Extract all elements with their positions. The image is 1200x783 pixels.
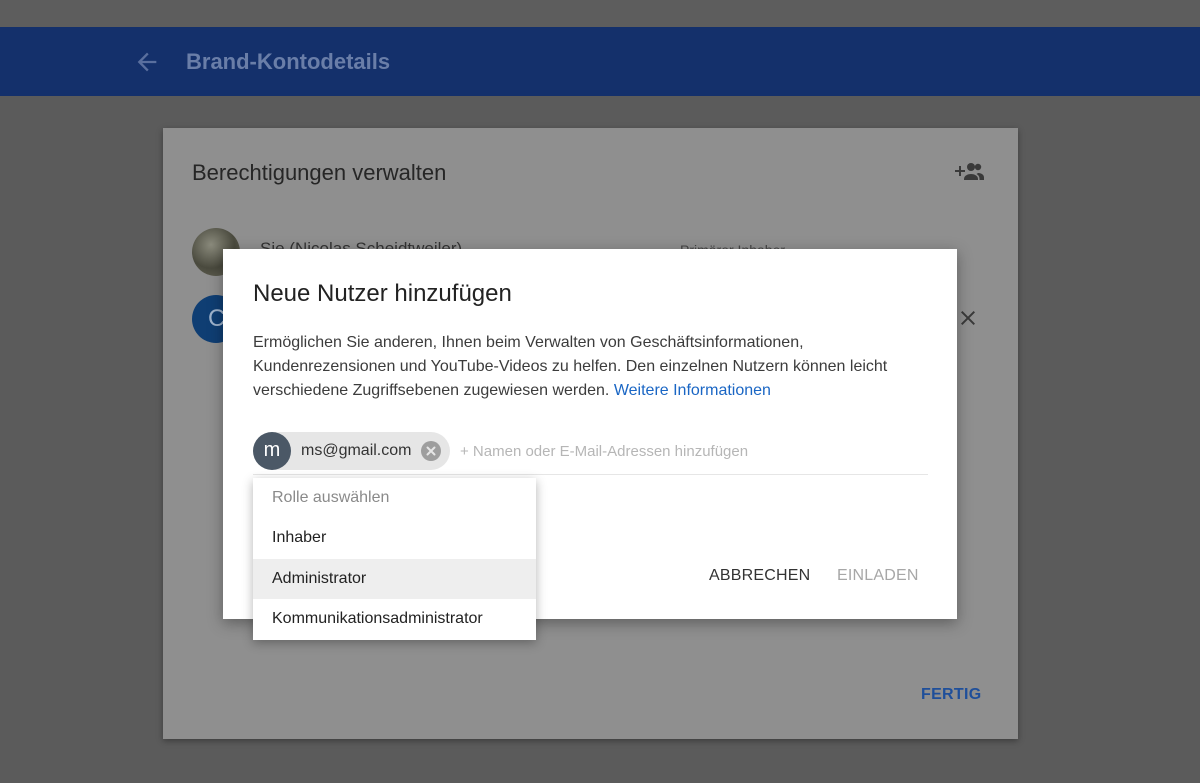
dialog-title: Neue Nutzer hinzufügen <box>253 280 512 307</box>
chip-email: ms@gmail.com <box>301 442 412 459</box>
recipient-chip: m ms@gmail.com <box>253 432 450 470</box>
window-top-strip <box>0 0 1200 27</box>
cancel-button[interactable]: ABBRECHEN <box>709 565 810 587</box>
recipient-input[interactable] <box>460 439 920 463</box>
avatar: m <box>253 432 291 470</box>
role-dropdown-menu: Rolle auswählen Inhaber Administrator Ko… <box>253 478 536 640</box>
role-option-administrator[interactable]: Administrator <box>253 559 536 599</box>
page-title: Brand-Kontodetails <box>186 49 391 74</box>
learn-more-link[interactable]: Weitere Informationen <box>614 382 771 399</box>
input-underline <box>253 474 928 475</box>
app-header: Brand-Kontodetails <box>0 27 1200 96</box>
role-option-owner[interactable]: Inhaber <box>253 518 536 558</box>
arrow-left-icon[interactable] <box>133 48 161 76</box>
description-text: Ermöglichen Sie anderen, Ihnen beim Verw… <box>253 334 888 399</box>
close-icon[interactable] <box>956 306 980 330</box>
cancel-circle-icon[interactable] <box>421 441 441 461</box>
role-option-communications-admin[interactable]: Kommunikationsadministrator <box>253 599 536 639</box>
role-placeholder: Rolle auswählen <box>272 489 390 506</box>
invite-button[interactable]: EINLADEN <box>837 565 919 587</box>
done-button[interactable]: FERTIG <box>921 686 981 704</box>
add-person-icon[interactable] <box>951 159 985 183</box>
dialog-description: Ermöglichen Sie anderen, Ihnen beim Verw… <box>253 331 933 403</box>
card-title: Berechtigungen verwalten <box>192 160 447 185</box>
